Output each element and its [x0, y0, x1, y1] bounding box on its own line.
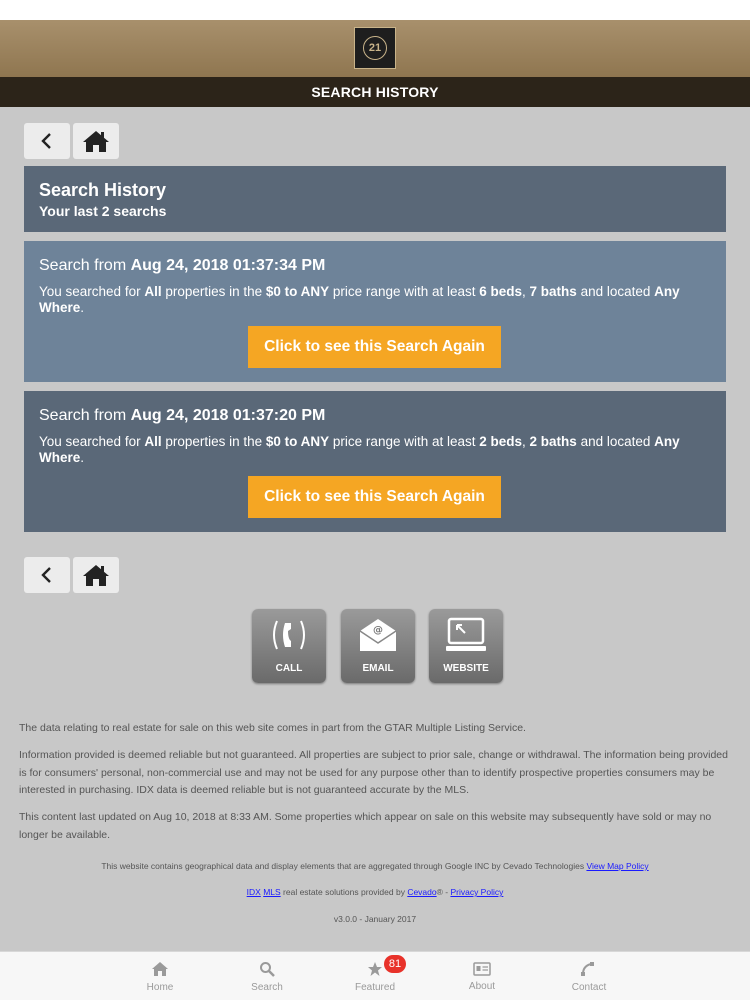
search-again-button[interactable]: Click to see this Search Again [248, 326, 501, 368]
desc-text: , [522, 434, 530, 449]
property-type: All [144, 434, 162, 449]
website-label: WEBSITE [443, 663, 489, 674]
search-datetime: Aug 24, 2018 01:37:20 PM [130, 407, 326, 424]
call-button[interactable]: CALL [252, 609, 326, 683]
desc-text: properties in the [161, 434, 266, 449]
phone-icon [273, 620, 305, 650]
logo-text: 21 [363, 36, 387, 60]
search-again-button[interactable]: Click to see this Search Again [248, 476, 501, 518]
search-description: You searched for All properties in the $… [39, 284, 711, 316]
desc-text: and located [576, 434, 655, 449]
status-bar [0, 0, 750, 20]
map-policy-note: This website contains geographical data … [0, 861, 750, 871]
desc-text: price range with at least [329, 434, 480, 449]
tab-label: Contact [571, 981, 607, 993]
idx-note: IDX MLS real estate solutions provided b… [0, 887, 750, 897]
brand-header: 21 [0, 20, 750, 77]
chevron-left-icon [41, 133, 51, 149]
history-title: Search History [39, 180, 167, 200]
search-card: Search from Aug 24, 2018 01:37:34 PM You… [24, 241, 726, 382]
tab-home[interactable]: Home [105, 952, 215, 1000]
desc-text: . [80, 450, 85, 465]
id-card-icon [473, 961, 491, 976]
desc-text: properties in the [161, 284, 266, 299]
desc-text: You searched for [39, 284, 145, 299]
home-icon [83, 131, 109, 152]
mls-disclaimer: The data relating to real estate for sal… [19, 722, 526, 734]
update-notice: This content last updated on Aug 10, 201… [19, 811, 712, 841]
page-title: SEARCH HISTORY [0, 77, 750, 107]
reliability-disclaimer: Information provided is deemed reliable … [19, 749, 728, 796]
tab-featured[interactable]: Featured 81 [320, 952, 430, 1000]
history-subtitle: Your last 2 searchs [39, 203, 167, 219]
svg-text:@: @ [373, 625, 383, 636]
desc-text: price range with at least [329, 284, 480, 299]
tab-label: About [468, 980, 496, 992]
map-text: This website contains geographical data … [101, 861, 587, 871]
tab-search[interactable]: Search [212, 952, 322, 1000]
search-heading: Search from Aug 24, 2018 01:37:20 PM [39, 407, 711, 425]
star-icon [368, 961, 382, 976]
cevado-link[interactable]: Cevado [407, 887, 436, 897]
phone-icon [581, 961, 594, 976]
tab-label: Featured [354, 981, 396, 993]
chevron-left-icon [41, 567, 51, 583]
property-type: All [144, 284, 162, 299]
tab-about[interactable]: About [427, 952, 537, 1000]
desc-text: . [80, 300, 85, 315]
view-map-policy-link[interactable]: View Map Policy [586, 861, 648, 871]
beds-count: 6 beds [479, 284, 523, 299]
search-icon [260, 961, 275, 977]
price-range: $0 to ANY [265, 434, 330, 449]
computer-icon [446, 617, 486, 651]
search-prefix: Search from [39, 257, 131, 274]
website-button[interactable]: WEBSITE [429, 609, 503, 683]
search-datetime: Aug 24, 2018 01:37:34 PM [130, 257, 326, 274]
email-label: EMAIL [362, 663, 394, 674]
baths-count: 2 baths [529, 434, 577, 449]
desc-text: and located [576, 284, 655, 299]
search-prefix: Search from [39, 407, 131, 424]
beds-count: 2 beds [479, 434, 523, 449]
version-text: v3.0.0 - January 2017 [333, 914, 417, 924]
desc-text: , [522, 284, 530, 299]
featured-count-badge: 81 [384, 955, 406, 973]
century21-logo[interactable]: 21 [354, 27, 396, 69]
desc-text: You searched for [39, 434, 145, 449]
search-card: Search from Aug 24, 2018 01:37:20 PM You… [24, 391, 726, 532]
privacy-policy-link[interactable]: Privacy Policy [450, 887, 503, 897]
bottom-tab-bar: Home Search Featured 81 About Contact [0, 951, 750, 1000]
idx-text: real estate solutions provided by [280, 887, 408, 897]
tab-label: Search [251, 981, 283, 993]
search-history-header: Search History Your last 2 searchs [24, 166, 726, 232]
mls-link[interactable]: MLS [263, 887, 280, 897]
back-button[interactable] [24, 123, 70, 159]
search-heading: Search from Aug 24, 2018 01:37:34 PM [39, 257, 711, 275]
tab-label: Home [146, 981, 174, 993]
home-button-bottom[interactable] [73, 557, 119, 593]
call-label: CALL [275, 663, 303, 674]
price-range: $0 to ANY [265, 284, 330, 299]
tab-contact[interactable]: Contact [534, 952, 644, 1000]
search-description: You searched for All properties in the $… [39, 434, 711, 466]
home-icon [83, 565, 109, 586]
email-button[interactable]: @ EMAIL [341, 609, 415, 683]
back-button-bottom[interactable] [24, 557, 70, 593]
baths-count: 7 baths [529, 284, 577, 299]
idx-link[interactable]: IDX [247, 887, 261, 897]
home-icon [152, 961, 168, 976]
home-button[interactable] [73, 123, 119, 159]
envelope-icon: @ [359, 619, 397, 651]
